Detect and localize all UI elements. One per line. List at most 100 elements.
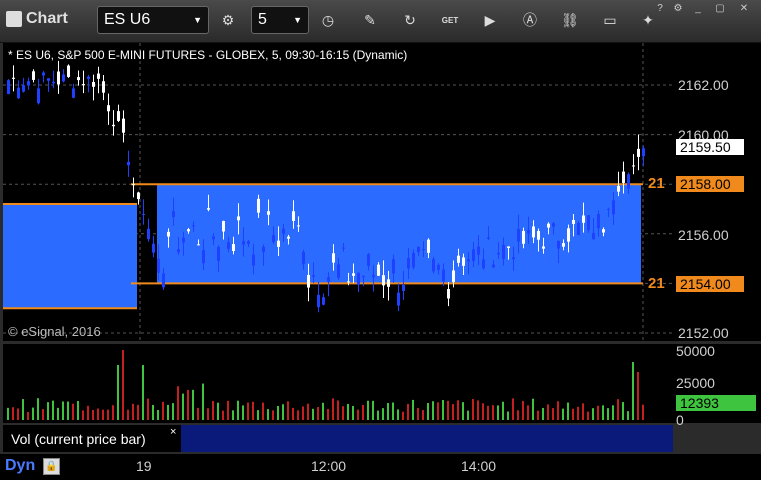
volume-study-label[interactable]: Vol (current price bar) [3,425,181,452]
close-icon[interactable]: ✕ [736,2,752,14]
volume-bar [557,401,559,420]
candle-body [272,235,275,242]
candle-body [357,272,360,285]
volume-bar [502,401,504,420]
volume-bar [272,410,274,420]
clock-icon[interactable]: ◷ [316,8,340,32]
restore-icon[interactable]: ▢ [712,2,728,14]
volume-bar [417,407,419,420]
volume-bar [17,408,19,420]
lock-icon[interactable]: 🔒 [43,458,60,475]
candle-body [332,253,335,263]
time-axis[interactable] [0,454,761,480]
candle-body [112,124,115,127]
candle-body [282,228,285,234]
candle-body [52,81,55,84]
lower-level-label: 21 [648,275,665,292]
volume-bar [547,404,549,420]
prior-zone [3,204,137,309]
help-icon[interactable]: ? [652,2,668,14]
volume-bar [367,400,369,420]
candle-body [162,273,165,288]
candle-body [362,275,365,278]
volume-bar [482,403,484,420]
candle-body [202,250,205,264]
candle-body [402,285,405,292]
volume-bar [602,405,604,420]
price-chart[interactable] [3,43,673,341]
candle-body [517,229,520,242]
candle-body [152,243,155,253]
candle-body [567,228,570,242]
symbol-input[interactable]: ES U6 ▼ [97,6,209,34]
candle-body [572,219,575,224]
candle-body [507,246,510,248]
pencil-icon[interactable]: ✎ [358,8,382,32]
candle-body [482,259,485,269]
candle-body [582,215,585,223]
upper-level-label: 21 [648,175,665,192]
minimize-icon[interactable]: _ [690,2,706,14]
volume-bar [572,408,574,420]
interval-input[interactable]: 5 ▼ [251,6,309,34]
candle-body [182,237,185,243]
volume-bar [7,407,9,420]
candle-body [377,264,380,276]
interval-value: 5 [258,11,267,28]
link-icon[interactable]: ⛓ [558,8,582,32]
refresh-icon[interactable]: ↻ [398,8,422,32]
volume-bar [362,404,364,420]
dynamic-mode-label[interactable]: Dyn [5,457,35,475]
volume-bar [62,401,64,420]
candle-body [207,208,210,210]
volume-bar [107,409,109,420]
chevron-down-icon[interactable]: ▼ [293,15,302,25]
interval-settings-icon[interactable]: ⚙ [216,8,240,32]
chat-icon[interactable]: ▭ [598,8,622,32]
candle-body [277,240,280,247]
time-axis-label: 14:00 [461,458,497,474]
volume-bar [532,398,534,420]
play-icon[interactable]: ▶ [478,8,502,32]
candle-body [547,223,550,228]
volume-bar [622,402,624,420]
volume-bar [487,405,489,420]
volume-bar [567,402,569,420]
volume-bar [472,399,474,420]
candle-body [397,292,400,306]
candle-body [487,237,490,239]
candle-body [617,185,620,192]
candle-body [477,246,480,255]
volume-bar [212,400,214,420]
volume-bar [197,407,199,420]
close-study-icon[interactable]: × [170,426,176,438]
time-axis-label: 19 [136,458,152,474]
volume-bar [337,400,339,420]
volume-bar [327,408,329,420]
price-chart-canvas[interactable] [3,43,673,341]
volume-bar [167,404,169,420]
candle-body [512,257,515,260]
volume-pane[interactable] [3,344,673,423]
candle-body [267,211,270,215]
candle-body [407,257,410,269]
volume-bar [157,409,159,420]
volume-bar [347,403,349,420]
volume-bar [177,386,179,420]
chevron-down-icon[interactable]: ▼ [193,15,202,25]
volume-bar [262,402,264,420]
settings-icon[interactable]: ⚙ [670,2,686,14]
candle-body [462,257,465,266]
candle-body [317,294,320,308]
candle-body [232,244,235,251]
candle-body [107,105,110,112]
volume-bar [492,405,494,420]
volume-bar [77,400,79,420]
volume-canvas[interactable] [3,344,673,423]
volume-bar [552,408,554,420]
candle-body [127,161,130,166]
candle-body [77,77,80,81]
get-icon[interactable]: GET [438,8,462,32]
alert-icon[interactable]: Ⓐ [518,8,542,32]
volume-bar [37,398,39,420]
